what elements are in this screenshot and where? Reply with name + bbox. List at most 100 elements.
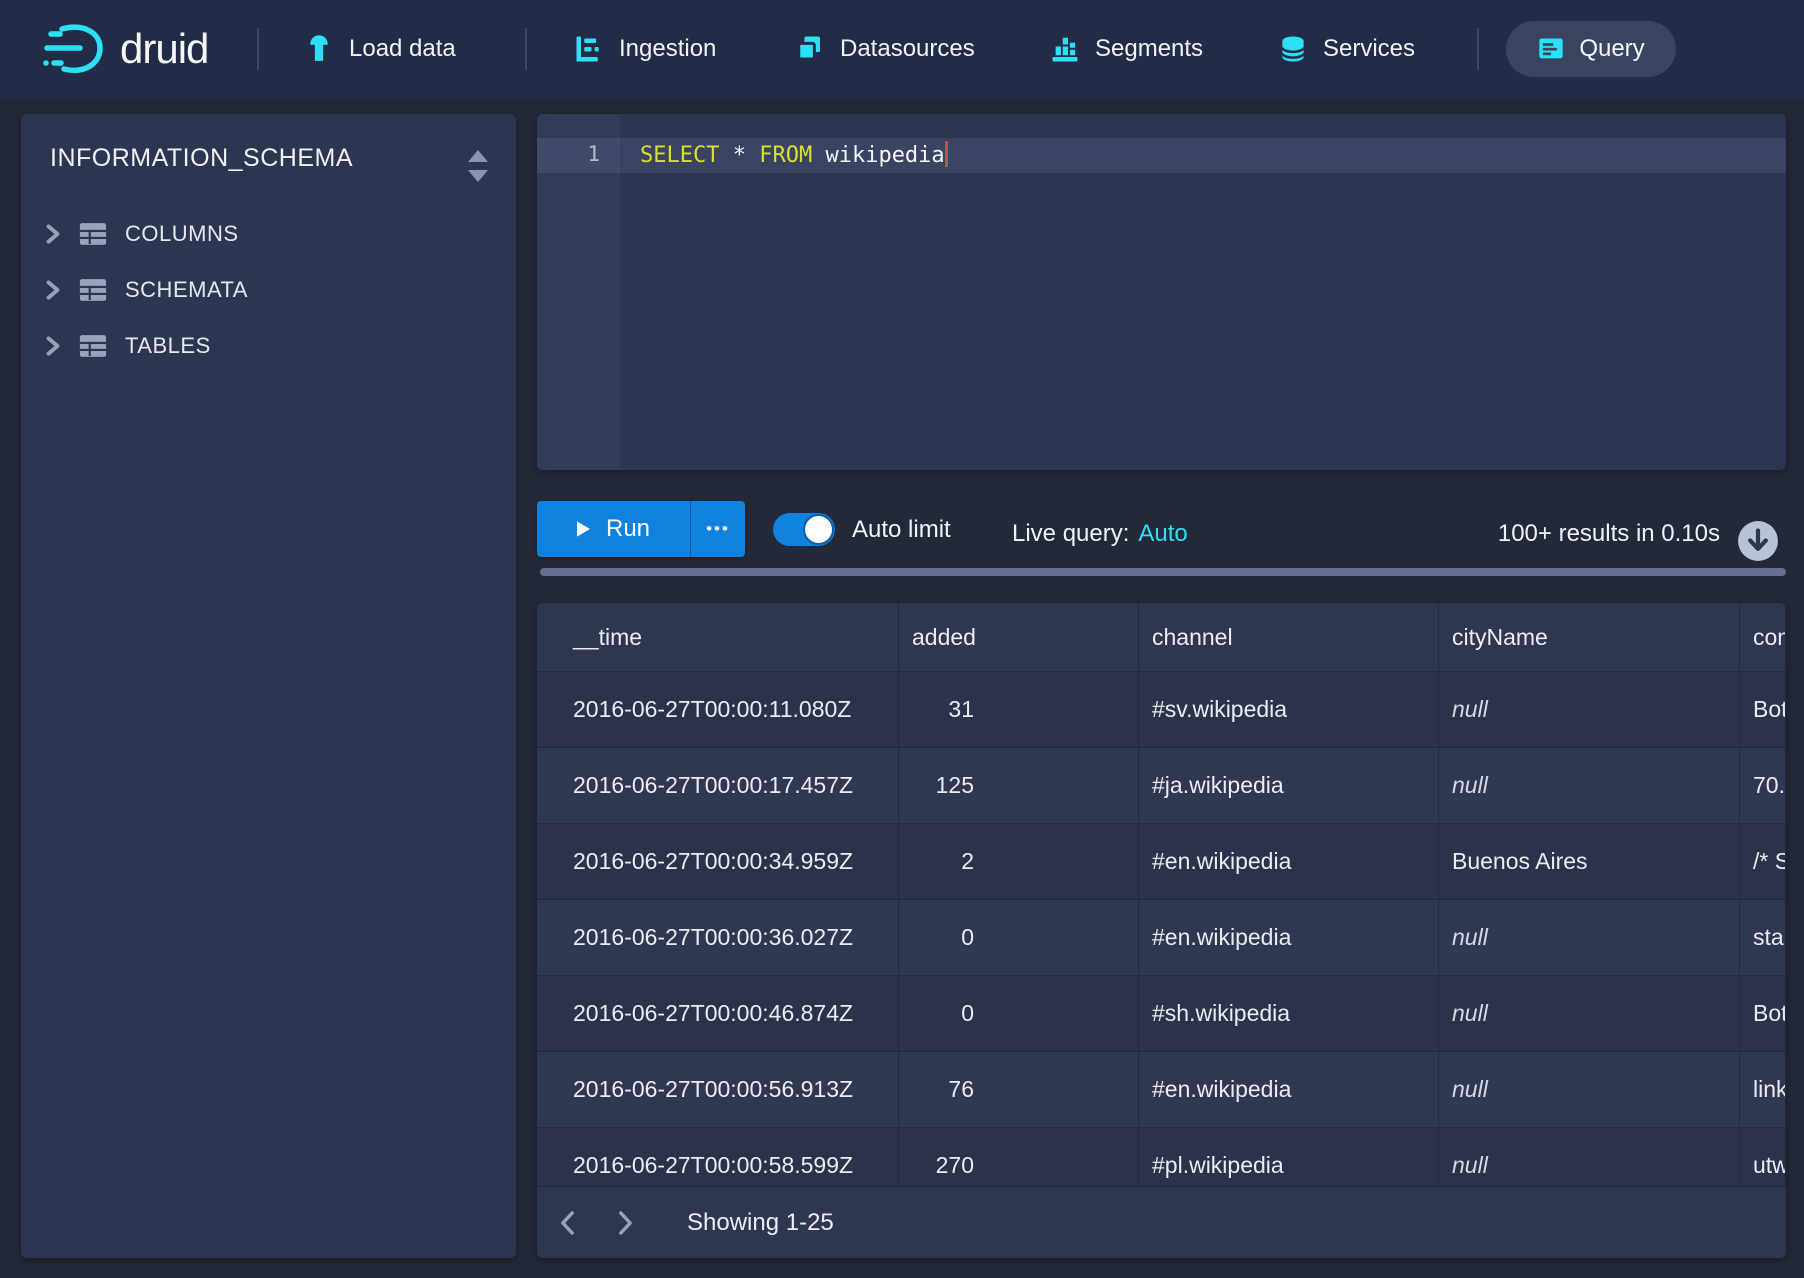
nav-item-datasources[interactable]: Datasources bbox=[795, 0, 975, 98]
cell-time[interactable]: 2016-06-27T00:00:11.080Z bbox=[537, 672, 899, 748]
tree-item-label: TABLES bbox=[125, 333, 211, 359]
download-icon[interactable] bbox=[1737, 520, 1779, 562]
column-header-added[interactable]: added bbox=[899, 603, 1139, 672]
brand-name: druid bbox=[120, 25, 208, 73]
cell-time[interactable]: 2016-06-27T00:00:36.027Z bbox=[537, 900, 899, 976]
services-icon bbox=[1278, 34, 1308, 64]
cell-added[interactable]: 2 bbox=[899, 824, 1139, 900]
tree-item-label: SCHEMATA bbox=[125, 277, 248, 303]
tree-item-schemata[interactable]: SCHEMATA bbox=[21, 262, 516, 318]
column-header-comment[interactable]: comment bbox=[1740, 603, 1786, 672]
live-query-value[interactable]: Auto bbox=[1138, 520, 1187, 547]
auto-limit-label: Auto limit bbox=[852, 516, 951, 544]
horizontal-scrollbar[interactable] bbox=[540, 568, 1786, 576]
druid-logo-icon bbox=[40, 21, 106, 77]
run-button-group: Run ••• bbox=[537, 501, 745, 557]
tree-item-label: COLUMNS bbox=[125, 221, 239, 247]
cell-comment[interactable]: link bbox=[1740, 1052, 1786, 1128]
sql-text: wikipedia bbox=[812, 143, 944, 168]
cell-comment[interactable]: sta bbox=[1740, 900, 1786, 976]
schema-header: INFORMATION_SCHEMA bbox=[21, 114, 516, 206]
chevron-right-icon bbox=[46, 336, 60, 356]
cell-cityname[interactable]: null bbox=[1439, 976, 1740, 1052]
cell-cityname[interactable]: null bbox=[1439, 748, 1740, 824]
cell-added[interactable]: 0 bbox=[899, 900, 1139, 976]
nav-item-services[interactable]: Services bbox=[1278, 0, 1415, 98]
cell-cityname[interactable]: null bbox=[1439, 900, 1740, 976]
cell-time[interactable]: 2016-06-27T00:00:34.959Z bbox=[537, 824, 899, 900]
toggle-on[interactable] bbox=[773, 513, 835, 546]
cell-comment[interactable]: Bot bbox=[1740, 672, 1786, 748]
cell-cityname[interactable]: Buenos Aires bbox=[1439, 824, 1740, 900]
column-header-channel[interactable]: channel bbox=[1139, 603, 1439, 672]
results-table: __time added channel cityName comment 20… bbox=[537, 603, 1786, 1258]
table-header-row: __time added channel cityName comment bbox=[537, 603, 1786, 672]
cell-time[interactable]: 2016-06-27T00:00:46.874Z bbox=[537, 976, 899, 1052]
column-header-cityname[interactable]: cityName bbox=[1439, 603, 1740, 672]
schema-explorer: INFORMATION_SCHEMA COLUMNS bbox=[21, 114, 516, 1258]
query-icon bbox=[1537, 35, 1565, 63]
results-summary: 100+ results in 0.10s bbox=[1498, 520, 1720, 548]
table-row: 2016-06-27T00:00:17.457Z 125 #ja.wikiped… bbox=[537, 748, 1786, 824]
nav-item-label: Segments bbox=[1095, 35, 1203, 63]
nav-item-query-active[interactable]: Query bbox=[1506, 21, 1676, 77]
sql-keyword: FROM bbox=[759, 143, 812, 168]
cell-time[interactable]: 2016-06-27T00:00:17.457Z bbox=[537, 748, 899, 824]
line-number: 1 bbox=[537, 142, 600, 166]
table-row: 2016-06-27T00:00:36.027Z 0 #en.wikipedia… bbox=[537, 900, 1786, 976]
sql-keyword: SELECT bbox=[640, 143, 719, 168]
cell-comment[interactable]: 70. bbox=[1740, 748, 1786, 824]
next-page-button[interactable] bbox=[603, 1201, 647, 1245]
table-grid-icon bbox=[78, 278, 108, 302]
table-row: 2016-06-27T00:00:56.913Z 76 #en.wikipedi… bbox=[537, 1052, 1786, 1128]
sql-code-line[interactable]: SELECT * FROM wikipedia bbox=[640, 141, 948, 168]
run-more-button[interactable]: ••• bbox=[690, 501, 745, 557]
cell-cityname[interactable]: null bbox=[1439, 672, 1740, 748]
chevron-right-icon bbox=[618, 1211, 633, 1235]
cell-cityname[interactable]: null bbox=[1439, 1052, 1740, 1128]
tree-item-tables[interactable]: TABLES bbox=[21, 318, 516, 374]
schema-title: INFORMATION_SCHEMA bbox=[50, 144, 353, 173]
sql-editor[interactable]: 1 SELECT * FROM wikipedia bbox=[537, 114, 1786, 470]
nav-item-load-data[interactable]: Load data bbox=[304, 0, 456, 98]
nav-item-label: Services bbox=[1323, 35, 1415, 63]
chevron-right-icon bbox=[46, 280, 60, 300]
cell-channel[interactable]: #sh.wikipedia bbox=[1139, 976, 1439, 1052]
cell-added[interactable]: 125 bbox=[899, 748, 1139, 824]
druid-logo[interactable]: druid bbox=[40, 0, 208, 98]
previous-page-button[interactable] bbox=[545, 1201, 589, 1245]
cell-added[interactable]: 76 bbox=[899, 1052, 1139, 1128]
nav-separator bbox=[1477, 28, 1479, 70]
chevron-left-icon bbox=[560, 1211, 575, 1235]
nav-item-segments[interactable]: Segments bbox=[1050, 0, 1203, 98]
nav-item-ingestion[interactable]: Ingestion bbox=[574, 0, 716, 98]
top-navbar: druid Load data Ingestion bbox=[0, 0, 1804, 98]
cell-channel[interactable]: #en.wikipedia bbox=[1139, 824, 1439, 900]
pagination-bar: Showing 1-25 bbox=[537, 1186, 1786, 1258]
cell-added[interactable]: 31 bbox=[899, 672, 1139, 748]
cell-channel[interactable]: #sv.wikipedia bbox=[1139, 672, 1439, 748]
showing-range-label: Showing 1-25 bbox=[687, 1209, 834, 1237]
schema-selector-caret-icon[interactable] bbox=[466, 146, 490, 186]
cell-channel[interactable]: #ja.wikipedia bbox=[1139, 748, 1439, 824]
cell-added[interactable]: 0 bbox=[899, 976, 1139, 1052]
cell-channel[interactable]: #en.wikipedia bbox=[1139, 1052, 1439, 1128]
text-cursor bbox=[945, 141, 948, 167]
cell-channel[interactable]: #en.wikipedia bbox=[1139, 900, 1439, 976]
run-button[interactable]: Run bbox=[537, 501, 690, 557]
live-query-control: Live query: Auto bbox=[1012, 520, 1188, 548]
cell-comment[interactable]: /* S bbox=[1740, 824, 1786, 900]
cell-time[interactable]: 2016-06-27T00:00:56.913Z bbox=[537, 1052, 899, 1128]
ellipsis-icon: ••• bbox=[706, 519, 730, 539]
live-query-label: Live query: bbox=[1012, 520, 1129, 547]
table-row: 2016-06-27T00:00:11.080Z 31 #sv.wikipedi… bbox=[537, 672, 1786, 748]
nav-item-label: Ingestion bbox=[619, 35, 716, 63]
auto-limit-switch[interactable]: Auto limit bbox=[773, 513, 951, 546]
druid-console: druid Load data Ingestion bbox=[0, 0, 1804, 1278]
chevron-right-icon bbox=[46, 224, 60, 244]
column-header-time[interactable]: __time bbox=[537, 603, 899, 672]
toggle-knob bbox=[805, 516, 832, 543]
nav-separator bbox=[257, 28, 259, 70]
tree-item-columns[interactable]: COLUMNS bbox=[21, 206, 516, 262]
cell-comment[interactable]: Bot bbox=[1740, 976, 1786, 1052]
